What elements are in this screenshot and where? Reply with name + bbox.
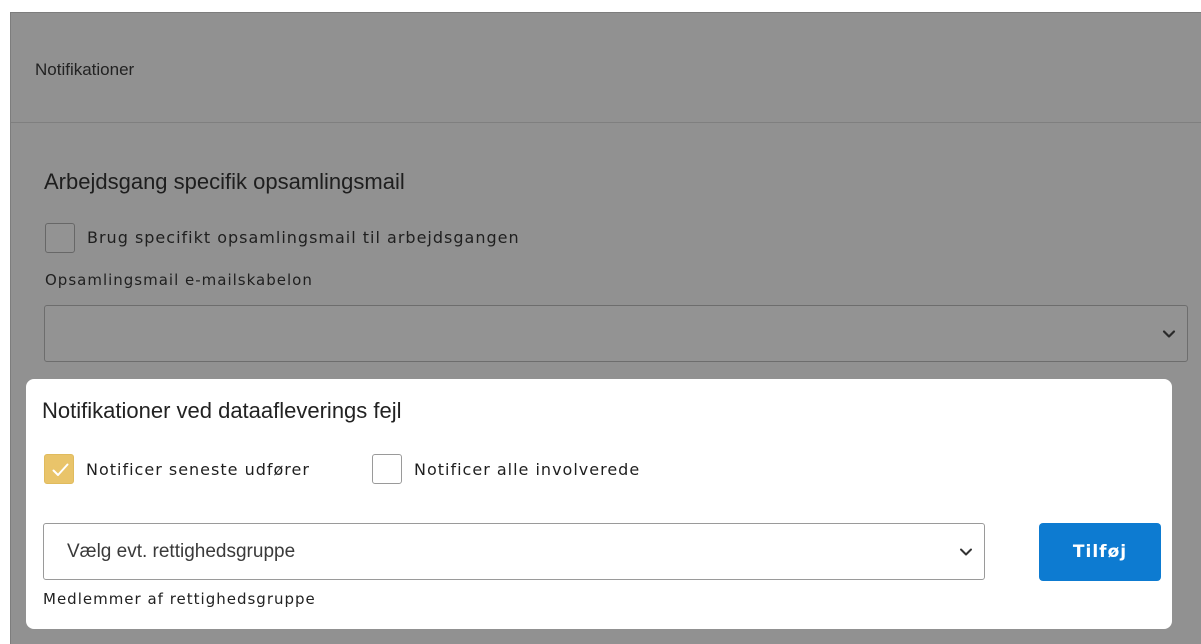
permission-group-value: Vælg evt. rettighedsgruppe (67, 541, 296, 562)
add-button[interactable]: Tilføj (1039, 523, 1161, 581)
permission-group-select[interactable]: Vælg evt. rettighedsgruppe (43, 523, 985, 580)
notify-latest-label[interactable]: Notificer seneste udfører (86, 460, 310, 479)
chevron-down-icon (1162, 330, 1176, 338)
panel-title: Notifikationer (35, 60, 135, 79)
mail-template-label: Opsamlingsmail e-mailskabelon (45, 271, 313, 289)
delivery-error-notifications-card: Notifikationer ved dataafleverings fejl … (26, 379, 1172, 629)
panel-header: Notifikationer (11, 13, 1201, 123)
use-specific-mail-label[interactable]: Brug specifikt opsamlingsmail til arbejd… (87, 228, 520, 247)
mail-template-select[interactable] (44, 305, 1188, 362)
notify-latest-checkbox[interactable] (44, 454, 74, 484)
use-specific-mail-checkbox[interactable] (45, 223, 75, 253)
collection-mail-heading: Arbejdsgang specifik opsamlingsmail (44, 169, 405, 194)
notify-all-label[interactable]: Notificer alle involverede (414, 460, 640, 479)
chevron-down-icon (960, 548, 972, 556)
group-members-helper: Medlemmer af rettighedsgruppe (43, 590, 316, 608)
notify-all-checkbox[interactable] (372, 454, 402, 484)
delivery-error-heading: Notifikationer ved dataafleverings fejl (42, 398, 402, 423)
check-icon (52, 463, 69, 476)
